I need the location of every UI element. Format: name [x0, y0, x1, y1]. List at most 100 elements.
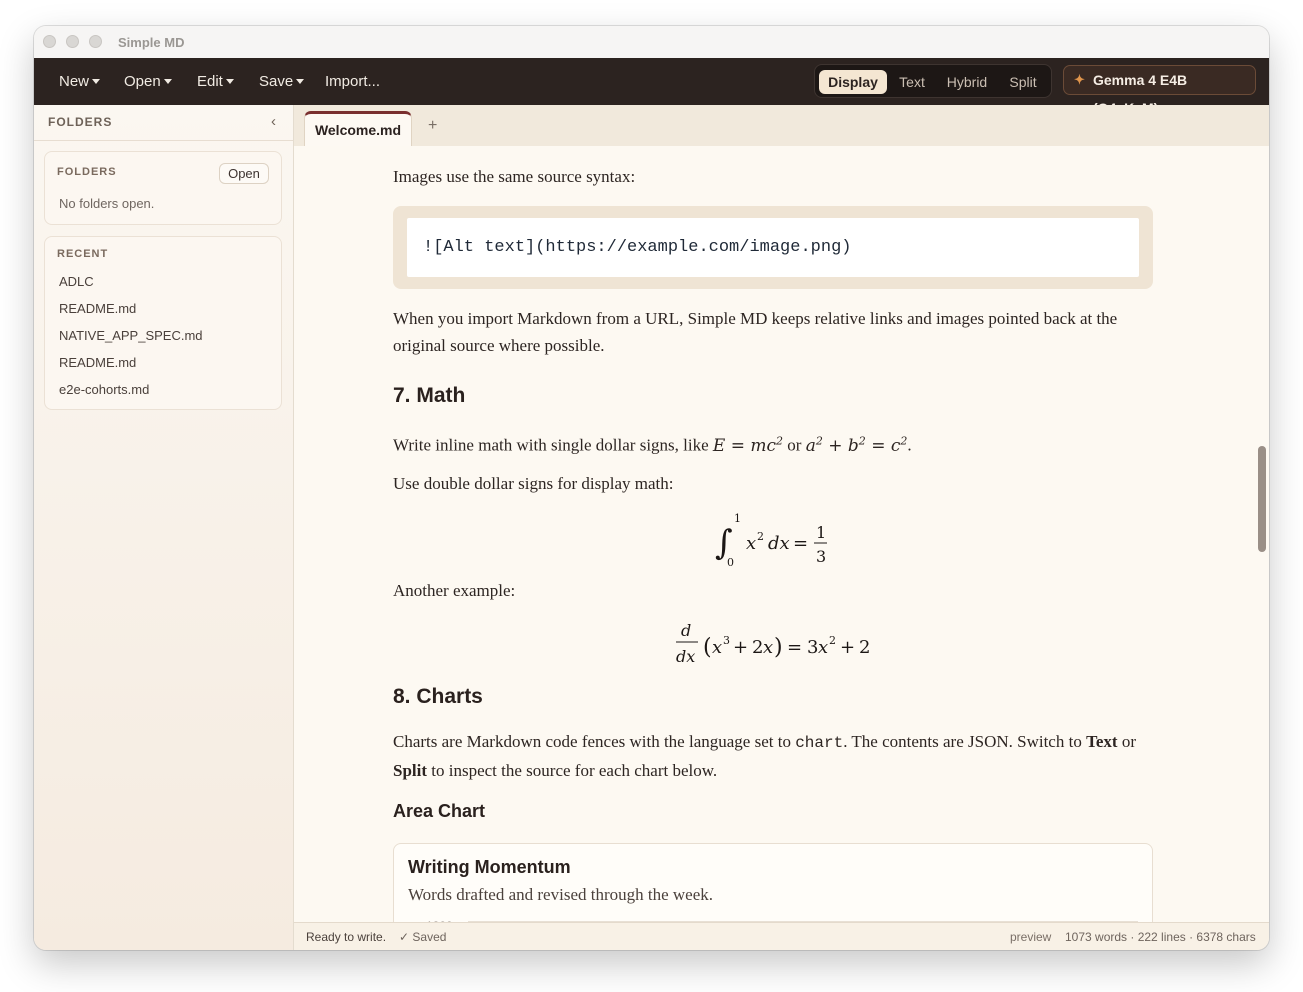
svg-text:2: 2: [829, 634, 836, 647]
svg-text:+: +: [840, 637, 855, 658]
new-menu-button[interactable]: New: [59, 73, 101, 90]
folders-empty-text: No folders open.: [59, 196, 155, 211]
folders-card: FOLDERS Open No folders open.: [44, 151, 282, 225]
svg-text:x: x: [712, 637, 722, 658]
sidebar-header: FOLDERS: [48, 115, 113, 129]
inline-equation-pythagoras: a2 + b2 = c2: [805, 434, 908, 456]
charts-text-1: Charts are Markdown code fences with the…: [393, 732, 791, 751]
save-menu-button[interactable]: Save: [259, 73, 305, 90]
chart-title: Writing Momentum: [408, 857, 571, 877]
svg-text:x: x: [746, 533, 756, 554]
status-stats: 1073 words · 222 lines · 6378 chars: [1065, 930, 1256, 944]
open-menu-label: Open: [124, 73, 161, 90]
svg-text:2: 2: [757, 530, 764, 543]
svg-text:=: =: [793, 533, 808, 554]
chart-subtitle: Words drafted and revised through the we…: [408, 885, 714, 904]
display-equation-integral: ∫ 1 0 x 2 dx = 1 3: [715, 508, 835, 569]
scrollbar[interactable]: [1256, 146, 1268, 922]
collapse-sidebar-icon[interactable]: ‹: [271, 113, 276, 130]
recent-item[interactable]: README.md: [59, 355, 136, 370]
paragraph: Use double dollar signs for display math…: [393, 474, 674, 493]
document-preview: Images use the same source syntax: ![Alt…: [294, 146, 1269, 922]
view-mode-switcher: Display Text Hybrid Split: [814, 64, 1052, 98]
svg-text:+: +: [733, 637, 748, 658]
code-block: ![Alt text](https://example.com/image.pn…: [393, 206, 1153, 289]
zoom-window-button[interactable]: [89, 35, 102, 48]
charts-text-2: . The contents are JSON. Switch to: [843, 732, 1082, 751]
toolbar: New Open Edit Save Import... Display Tex…: [34, 58, 1269, 116]
sparkle-icon: ✦: [1074, 72, 1085, 87]
svg-text:2: 2: [859, 637, 870, 658]
recent-item[interactable]: README.md: [59, 301, 136, 316]
svg-text:2: 2: [752, 637, 763, 658]
divider: [34, 140, 293, 141]
window-title: Simple MD: [118, 35, 185, 50]
paragraph-inline-math: Write inline math with single dollar sig…: [393, 434, 912, 456]
paragraph: Images use the same source syntax:: [393, 167, 636, 186]
inline-math-or: or: [787, 435, 802, 455]
add-tab-icon[interactable]: +: [428, 117, 437, 135]
chevron-down-icon: [163, 79, 172, 84]
import-button[interactable]: Import...: [325, 73, 380, 90]
chevron-down-icon: [225, 79, 234, 84]
scrollbar-thumb[interactable]: [1258, 446, 1266, 552]
charts-text-3: or: [1121, 732, 1136, 751]
edit-menu-button[interactable]: Edit: [197, 73, 234, 90]
svg-text:x: x: [763, 637, 773, 658]
svg-text:): ): [774, 635, 783, 660]
charts-text-4: to inspect the source for each chart bel…: [431, 761, 718, 780]
derivative-equation-graphic: d dx ( x 3 + 2 x ) = 3 x 2 + 2: [676, 621, 870, 666]
integral-equation-graphic: ∫ 1 0 x 2 dx = 1 3: [715, 512, 827, 569]
close-window-button[interactable]: [43, 35, 56, 48]
svg-text:3: 3: [807, 637, 818, 658]
inline-equation-emc2: E = mc2: [712, 434, 784, 456]
svg-text:0: 0: [727, 556, 734, 568]
svg-text:dx: dx: [676, 647, 695, 666]
recent-card-title: RECENT: [57, 248, 109, 260]
minimize-window-button[interactable]: [66, 35, 79, 48]
status-mode: preview: [1010, 930, 1052, 944]
open-folder-button[interactable]: Open: [219, 163, 269, 184]
paragraph: Another example:: [393, 581, 516, 600]
folders-card-title: FOLDERS: [57, 166, 117, 178]
mode-display-button[interactable]: Display: [819, 70, 887, 94]
model-selector-button[interactable]: ✦ Gemma 4 E4B (Q4_K_M): [1063, 65, 1256, 116]
mode-text-button[interactable]: Text: [892, 70, 932, 94]
svg-text:dx: dx: [768, 533, 790, 554]
recent-card: RECENT ADLC README.md NATIVE_APP_SPEC.md…: [44, 236, 282, 410]
sidebar: FOLDERS ‹ FOLDERS Open No folders open. …: [34, 105, 294, 950]
svg-text:d: d: [681, 621, 691, 640]
heading-math: 7. Math: [393, 384, 466, 407]
code-block-content: ![Alt text](https://example.com/image.pn…: [407, 218, 1139, 277]
heading-area-chart: Area Chart: [393, 801, 486, 821]
chevron-down-icon: [296, 79, 305, 84]
new-menu-label: New: [59, 73, 90, 90]
bold-split-mode: Split: [393, 761, 428, 780]
recent-item[interactable]: NATIVE_APP_SPEC.md: [59, 328, 203, 343]
open-menu-button[interactable]: Open: [124, 73, 172, 90]
inline-math-text: Write inline math with single dollar sig…: [393, 435, 709, 455]
status-ready: Ready to write.: [306, 930, 387, 944]
app-window: Simple MD New Open Edit Save Import... D…: [34, 26, 1269, 950]
bold-text-mode: Text: [1086, 732, 1118, 751]
svg-text:1: 1: [816, 523, 826, 542]
recent-item[interactable]: e2e-cohorts.md: [59, 382, 149, 397]
svg-text:=: =: [787, 637, 802, 658]
heading-charts: 8. Charts: [393, 685, 483, 708]
display-equation-derivative: d dx ( x 3 + 2 x ) = 3 x 2 + 2: [674, 612, 879, 672]
tab-welcome[interactable]: Welcome.md: [304, 111, 412, 147]
tab-bar: Welcome.md +: [294, 105, 1269, 147]
paragraph-charts: Charts are Markdown code fences with the…: [393, 728, 1153, 784]
mode-split-button[interactable]: Split: [1001, 70, 1045, 94]
svg-text:3: 3: [816, 547, 826, 566]
status-bar: Ready to write. ✓ Saved preview 1073 wor…: [294, 922, 1269, 950]
svg-text:3: 3: [723, 634, 730, 647]
mode-hybrid-button[interactable]: Hybrid: [938, 70, 996, 94]
inline-code-chart: chart: [795, 734, 844, 752]
status-saved: ✓ Saved: [399, 930, 447, 944]
paragraph: When you import Markdown from a URL, Sim…: [393, 309, 1118, 355]
recent-item[interactable]: ADLC: [59, 274, 94, 289]
title-bar: Simple MD: [34, 26, 1269, 59]
svg-text:x: x: [818, 637, 828, 658]
save-menu-label: Save: [259, 73, 294, 90]
